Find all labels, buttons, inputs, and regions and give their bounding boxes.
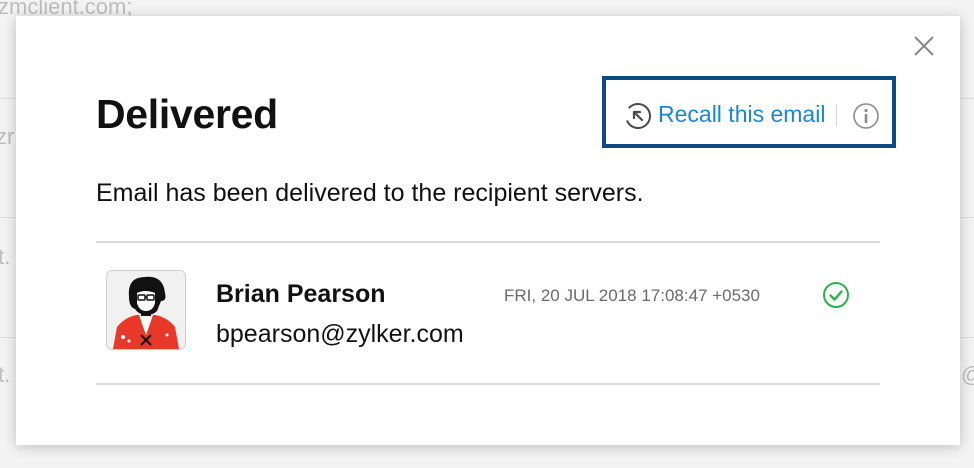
recall-email-link[interactable]: Recall this email (658, 99, 825, 129)
background-text: t. (0, 362, 11, 387)
background-text: zr (0, 124, 15, 149)
check-circle-icon (823, 282, 849, 308)
recipient-name: Brian Pearson (216, 280, 386, 308)
close-button[interactable] (912, 34, 936, 58)
divider (836, 104, 837, 126)
background-text: t. (0, 244, 11, 269)
recipient-email: bpearson@zylker.com (216, 320, 464, 348)
info-icon[interactable] (852, 102, 880, 130)
close-icon (914, 36, 934, 56)
delivery-status-message: Email has been delivered to the recipien… (96, 179, 644, 207)
avatar-illustration (107, 271, 185, 349)
recall-email-highlight: Recall this email (602, 76, 896, 148)
divider (96, 241, 880, 243)
divider (96, 383, 880, 385)
delivery-timestamp: FRI, 20 JUL 2018 17:08:47 +0530 (504, 286, 760, 305)
recall-arrow-icon[interactable] (623, 101, 653, 131)
avatar (106, 270, 186, 350)
dialog-title: Delivered (96, 91, 278, 137)
background-text: @ (961, 362, 974, 388)
delivery-status-dialog: Delivered Recall this email Email has be… (16, 16, 960, 445)
